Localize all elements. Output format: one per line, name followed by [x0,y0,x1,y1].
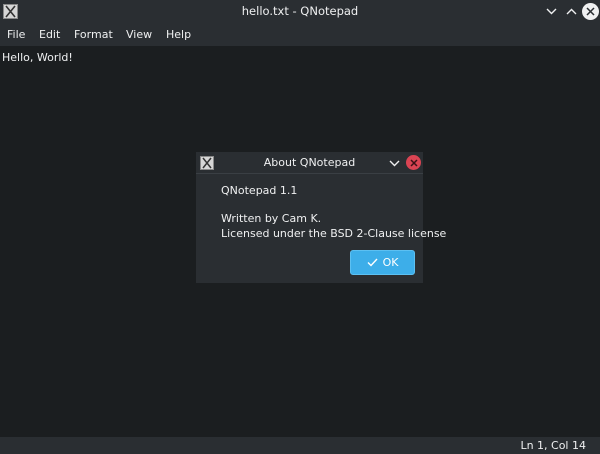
close-icon [586,7,595,16]
window-titlebar[interactable]: hello.txt - QNotepad [0,0,600,23]
statusbar: Ln 1, Col 14 [0,437,600,454]
close-button[interactable] [582,3,599,20]
menu-file[interactable]: File [7,28,25,41]
window-title: hello.txt - QNotepad [241,4,359,18]
chevron-up-icon [566,8,577,15]
close-icon [409,158,418,167]
dialog-author: Written by Cam K. [221,212,322,225]
minimize-button[interactable] [543,3,560,20]
chevron-down-icon [389,160,399,166]
dialog-license: Licensed under the BSD 2-Clause license [221,227,447,240]
dialog-minimize-button[interactable] [387,156,401,170]
dialog-version: QNotepad 1.1 [221,184,298,197]
menu-help[interactable]: Help [166,28,191,41]
ok-button-label: OK [382,256,399,269]
ok-button[interactable]: OK [350,250,415,275]
about-dialog: About QNotepad QNotepad 1.1 Written by C… [195,151,446,284]
menu-edit[interactable]: Edit [39,28,60,41]
chevron-down-icon [546,8,557,15]
check-icon [367,258,378,267]
dialog-titlebar[interactable]: About QNotepad [196,152,423,174]
menu-view[interactable]: View [126,28,152,41]
menu-format[interactable]: Format [74,28,113,41]
cursor-position: Ln 1, Col 14 [520,439,586,452]
menubar: File Edit Format View Help [0,23,600,46]
maximize-button[interactable] [563,3,580,20]
dialog-close-button[interactable] [406,155,421,170]
editor-content[interactable]: Hello, World! [2,51,73,64]
